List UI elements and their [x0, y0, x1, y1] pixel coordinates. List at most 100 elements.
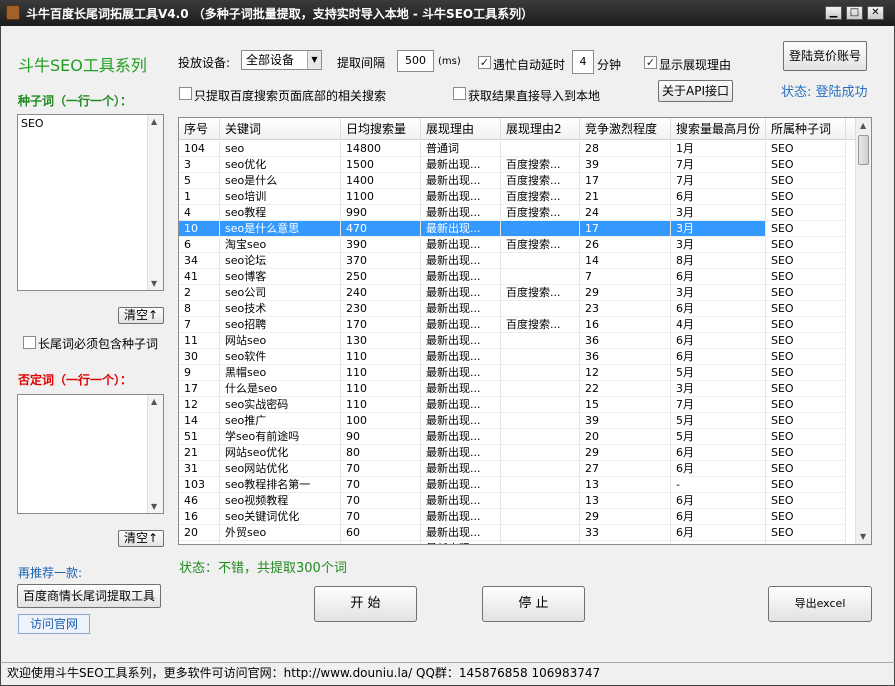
table-row[interactable]: 6 淘宝seo 390 最新出现... 百度搜索... 26 3月 SEO — [179, 237, 857, 253]
table-row[interactable]: 11 网站seo 130 最新出现... 36 6月 SEO — [179, 333, 857, 349]
header-col-keyword[interactable]: 关键词 — [220, 118, 341, 140]
cell-daily-search: 230 — [341, 301, 421, 317]
show-reason-checkbox[interactable]: ✓ — [644, 56, 657, 69]
status-bar: 欢迎使用斗牛SEO工具系列，更多软件可访问官网：http://www.douni… — [0, 662, 895, 686]
table-row[interactable]: 51 学seo有前途吗 90 最新出现... 20 5月 SEO — [179, 429, 857, 445]
scroll-down-icon[interactable]: ▼ — [151, 279, 157, 288]
table-row[interactable]: 31 seo网站优化 70 最新出现... 27 6月 SEO — [179, 461, 857, 477]
cell-reason: 普通词 — [421, 141, 501, 157]
cell-index — [179, 541, 220, 544]
header-col-seed[interactable]: 所属种子词 — [766, 118, 846, 140]
login-bidding-account-button[interactable]: 登陆竞价账号 — [783, 41, 867, 71]
cell-keyword: seo技术 — [220, 301, 341, 317]
cell-reason: 最新出现... — [421, 205, 501, 221]
cell-daily-search: 110 — [341, 381, 421, 397]
cell-index: 103 — [179, 477, 220, 493]
table-row[interactable]: 20 外贸seo 60 最新出现... 33 6月 SEO — [179, 525, 857, 541]
table-row[interactable]: 最新出现... — [179, 541, 857, 544]
scroll-down-icon[interactable]: ▼ — [151, 502, 157, 511]
table-row[interactable]: 8 seo技术 230 最新出现... 23 6月 SEO — [179, 301, 857, 317]
table-row[interactable]: 17 什么是seo 110 最新出现... 22 3月 SEO — [179, 381, 857, 397]
recommend-tool-button[interactable]: 百度商情长尾词提取工具 — [17, 584, 161, 608]
scroll-up-icon[interactable]: ▲ — [860, 121, 866, 130]
stop-button[interactable]: 停 止 — [482, 586, 585, 622]
cell-daily-search: 240 — [341, 285, 421, 301]
table-row[interactable]: 46 seo视频教程 70 最新出现... 13 6月 SEO — [179, 493, 857, 509]
busy-delay-checkbox[interactable]: ✓ — [478, 56, 491, 69]
table-row[interactable]: 12 seo实战密码 110 最新出现... 15 7月 SEO — [179, 397, 857, 413]
table-scrollbar[interactable]: ▲ ▼ — [855, 118, 871, 544]
table-row[interactable]: 5 seo是什么 1400 最新出现... 百度搜索... 17 7月 SEO — [179, 173, 857, 189]
cell-reason2 — [501, 541, 580, 544]
header-col-competition[interactable]: 竞争激烈程度 — [580, 118, 671, 140]
table-row[interactable]: 2 seo公司 240 最新出现... 百度搜索... 29 3月 SEO — [179, 285, 857, 301]
table-row[interactable]: 9 黑帽seo 110 最新出现... 12 5月 SEO — [179, 365, 857, 381]
close-button[interactable]: ✕ — [867, 6, 884, 20]
table-row[interactable]: 104 seo 14800 普通词 28 1月 SEO — [179, 141, 857, 157]
device-select[interactable]: 全部设备 ▼ — [241, 50, 322, 70]
table-row[interactable]: 41 seo博客 250 最新出现... 7 6月 SEO — [179, 269, 857, 285]
header-col-reason[interactable]: 展现理由 — [421, 118, 501, 140]
cell-index: 9 — [179, 365, 220, 381]
cell-peak-month: 3月 — [671, 221, 766, 237]
cell-keyword: 黑帽seo — [220, 365, 341, 381]
seed-scrollbar[interactable]: ▲ ▼ — [147, 115, 163, 290]
table-row[interactable]: 103 seo教程排名第一 70 最新出现... 13- SEO — [179, 477, 857, 493]
table-row[interactable]: 4 seo教程 990 最新出现... 百度搜索... 24 3月 SEO — [179, 205, 857, 221]
negative-clear-button[interactable]: 清空↑ — [118, 530, 164, 547]
cell-daily-search: 390 — [341, 237, 421, 253]
interval-input[interactable]: 500 — [397, 50, 434, 72]
cell-keyword: seo是什么意思 — [220, 221, 341, 237]
header-col-reason2[interactable]: 展现理由2 — [501, 118, 580, 140]
seed-words-textarea[interactable]: SEO ▲ ▼ — [17, 114, 164, 291]
minimize-button[interactable]: ▁ — [825, 6, 842, 20]
table-row[interactable]: 3 seo优化 1500 最新出现... 百度搜索... 39 7月 SEO — [179, 157, 857, 173]
cell-daily-search: 110 — [341, 397, 421, 413]
table-row[interactable]: 34 seo论坛 370 最新出现... 14 8月 SEO — [179, 253, 857, 269]
start-button[interactable]: 开 始 — [314, 586, 417, 622]
interval-unit: (ms) — [438, 56, 461, 67]
scroll-thumb[interactable] — [858, 135, 869, 165]
cell-peak-month: 6月 — [671, 445, 766, 461]
cell-reason: 最新出现... — [421, 349, 501, 365]
export-excel-button[interactable]: 导出excel — [768, 586, 872, 622]
cell-reason: 最新出现... — [421, 301, 501, 317]
device-label: 投放设备: — [178, 56, 231, 70]
seed-clear-button[interactable]: 清空↑ — [118, 307, 164, 324]
delay-minutes-input[interactable]: 4 — [572, 50, 594, 74]
recommend-label: 再推荐一款: — [18, 566, 83, 580]
cell-keyword: seo软件 — [220, 349, 341, 365]
import-local-checkbox[interactable] — [453, 87, 466, 100]
scroll-up-icon[interactable]: ▲ — [151, 397, 157, 406]
visit-website-button[interactable]: 访问官网 — [18, 614, 90, 634]
cell-seed: SEO — [766, 413, 846, 429]
table-row[interactable]: 16 seo关键词优化 70 最新出现... 29 6月 SEO — [179, 509, 857, 525]
brand-title: 斗牛SEO工具系列 — [18, 56, 147, 75]
table-row[interactable]: 21 网站seo优化 80 最新出现... 29 6月 SEO — [179, 445, 857, 461]
cell-peak-month: 3月 — [671, 285, 766, 301]
table-row[interactable]: 1 seo培训 1100 最新出现... 百度搜索... 21 6月 SEO — [179, 189, 857, 205]
negative-words-textarea[interactable]: ▲ ▼ — [17, 394, 164, 514]
header-col-daily-search[interactable]: 日均搜索量 — [341, 118, 421, 140]
table-row[interactable]: 14 seo推广 100 最新出现... 39 5月 SEO — [179, 413, 857, 429]
related-only-checkbox[interactable] — [179, 87, 192, 100]
keyword-results-table[interactable]: 序号 关键词 日均搜索量 展现理由 展现理由2 竞争激烈程度 搜索量最高月份 所属种子词 10… — [178, 117, 872, 545]
chevron-down-icon[interactable]: ▼ — [307, 51, 321, 69]
table-row[interactable]: 7 seo招聘 170 最新出现... 百度搜索... 16 4月 SEO — [179, 317, 857, 333]
cell-reason2: 百度搜索... — [501, 157, 580, 173]
negative-scrollbar[interactable]: ▲ ▼ — [147, 395, 163, 513]
api-info-button[interactable]: 关于API接口 — [658, 80, 733, 102]
table-row[interactable]: 30 seo软件 110 最新出现... 36 6月 SEO — [179, 349, 857, 365]
header-col-index[interactable]: 序号 — [179, 118, 220, 140]
table-row[interactable]: 10 seo是什么意思 470 最新出现... 17 3月 SEO — [179, 221, 857, 237]
header-col-peak-month[interactable]: 搜索量最高月份 — [671, 118, 766, 140]
scroll-up-icon[interactable]: ▲ — [151, 117, 157, 126]
maximize-button[interactable]: □ — [846, 6, 863, 20]
must-contain-seed-checkbox[interactable] — [23, 336, 36, 349]
scroll-down-icon[interactable]: ▼ — [860, 532, 866, 541]
cell-reason2 — [501, 381, 580, 397]
cell-seed: SEO — [766, 381, 846, 397]
cell-peak-month: 7月 — [671, 397, 766, 413]
cell-seed: SEO — [766, 157, 846, 173]
cell-competition: 36 — [580, 349, 671, 365]
